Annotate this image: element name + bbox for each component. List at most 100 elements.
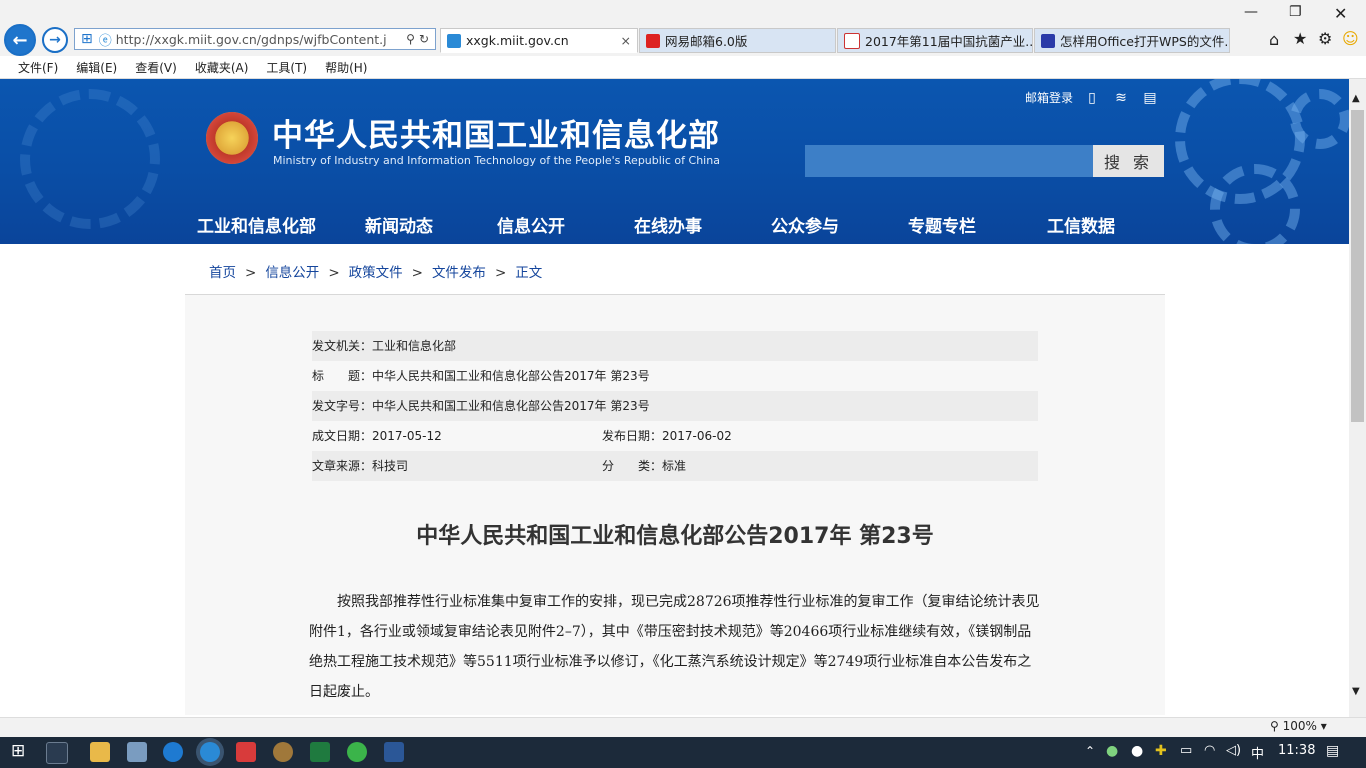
tab-antibacterial[interactable]: 2017年第11届中国抗菌产业... <box>837 28 1033 53</box>
word-icon[interactable] <box>384 742 404 762</box>
arrow-left-icon: ← <box>12 29 28 51</box>
tray-wifi-icon[interactable]: ◠ <box>1204 743 1215 758</box>
breadcrumb-current[interactable]: 正文 <box>515 265 542 281</box>
wechat-icon[interactable] <box>347 742 367 762</box>
tab-label: 2017年第11届中国抗菌产业... <box>865 34 1033 49</box>
mail-login-link[interactable]: 邮箱登录 <box>1025 89 1073 106</box>
nav-miit[interactable]: 工业和信息化部 <box>197 212 316 237</box>
scroll-up-icon[interactable]: ▲ <box>1352 93 1360 104</box>
meta-category: 分 类：标准 <box>602 459 687 473</box>
notepad-icon[interactable] <box>127 742 147 762</box>
smiley-feedback-icon[interactable]: ☺ <box>1342 29 1359 48</box>
windows-start-icon[interactable]: ⊞ <box>11 741 25 761</box>
taskbar-clock[interactable]: 11:38 <box>1278 743 1315 758</box>
meta-row-issuer: 发文机关：工业和信息化部 <box>312 331 1038 361</box>
tray-wechat-icon[interactable]: ● <box>1106 743 1118 759</box>
tab-xxgk[interactable]: xxgk.miit.gov.cn × <box>440 28 638 53</box>
zoom-icon: ⚲ <box>1270 719 1283 733</box>
document-paragraph: 按照我部推荐性行业标准集中复审工作的安排，现已完成28726项推荐性行业标准的复… <box>309 594 1040 700</box>
ie-taskbar-icon[interactable] <box>200 742 220 762</box>
menu-file[interactable]: 文件(F) <box>18 59 58 76</box>
search-icon[interactable]: ⚲ <box>406 32 415 46</box>
address-bar[interactable]: ⊞ ⓔ http://xxgk.miit.gov.cn/gdnps/wjfbCo… <box>74 28 436 50</box>
compat-view-icon[interactable]: ⊞ <box>81 31 93 47</box>
check-icon <box>844 32 860 49</box>
forward-button[interactable]: → <box>42 27 68 53</box>
menu-view[interactable]: 查看(V) <box>135 59 177 76</box>
breadcrumb-policy-docs[interactable]: 政策文件 <box>349 265 403 281</box>
ie-page-icon: ⓔ <box>98 33 112 49</box>
meta-issuer: 发文机关：工业和信息化部 <box>312 339 457 353</box>
breadcrumb-info-disclosure[interactable]: 信息公开 <box>265 265 319 281</box>
task-view-icon[interactable] <box>46 742 68 764</box>
refresh-icon[interactable]: ↻ <box>419 32 429 46</box>
tray-volume-icon[interactable]: ◁) <box>1226 743 1241 758</box>
tab-label: 怎样用Office打开WPS的文件... <box>1060 34 1230 49</box>
scrollbar-thumb[interactable] <box>1351 110 1364 422</box>
site-search-button[interactable]: 搜 索 <box>1093 145 1164 177</box>
address-text[interactable]: http://xxgk.miit.gov.cn/gdnps/wjfbConten… <box>116 32 402 47</box>
excel-icon[interactable] <box>310 742 330 762</box>
menu-favorites[interactable]: 收藏夹(A) <box>195 59 249 76</box>
minimize-icon[interactable]: — <box>1244 4 1258 20</box>
meta-docno: 发文字号：中华人民共和国工业和信息化部公告2017年 第23号 <box>312 399 650 413</box>
tab-netease-mail[interactable]: 网易邮箱6.0版 <box>639 28 836 53</box>
tab-label: 网易邮箱6.0版 <box>665 34 748 49</box>
meta-row-source: 文章来源：科技司 分 类：标准 <box>312 451 1038 481</box>
main-nav: 工业和信息化部 新闻动态 信息公开 在线办事 公众参与 专题专栏 工信数据 <box>197 212 1115 237</box>
netease-icon <box>646 33 660 48</box>
settings-gear-icon[interactable]: ⚙ <box>1318 29 1332 48</box>
breadcrumb-home[interactable]: 首页 <box>209 265 236 281</box>
ime-indicator[interactable]: 中 <box>1251 743 1264 762</box>
ie-tab-icon <box>447 33 461 48</box>
meta-row-dates: 成文日期：2017-05-12 发布日期：2017-06-02 <box>312 421 1038 451</box>
app-red-icon[interactable] <box>236 742 256 762</box>
menu-help[interactable]: 帮助(H) <box>325 59 367 76</box>
zoom-value: 100% <box>1282 719 1317 733</box>
tab-wps-office[interactable]: 怎样用Office打开WPS的文件... <box>1034 28 1230 53</box>
breadcrumb-doc-release[interactable]: 文件发布 <box>432 265 486 281</box>
menu-edit[interactable]: 编辑(E) <box>76 59 117 76</box>
favorites-star-icon[interactable]: ★ <box>1293 29 1307 48</box>
restore-icon[interactable]: ❐ <box>1289 4 1302 20</box>
gear-decoration-icon <box>1210 164 1300 244</box>
nav-data[interactable]: 工信数据 <box>1047 212 1115 237</box>
zoom-level[interactable]: ⚲ 100% ▾ <box>1270 719 1327 733</box>
meta-row-docno: 发文字号：中华人民共和国工业和信息化部公告2017年 第23号 <box>312 391 1038 421</box>
tray-chevron-up-icon[interactable]: ⌃ <box>1085 744 1095 758</box>
nav-news[interactable]: 新闻动态 <box>365 212 433 237</box>
arrow-right-icon: → <box>49 32 61 48</box>
close-window-icon[interactable]: ✕ <box>1334 4 1347 23</box>
nav-public-participation[interactable]: 公众参与 <box>771 212 839 237</box>
newspaper-icon[interactable]: ▤ <box>1142 90 1158 106</box>
close-tab-icon[interactable]: × <box>621 33 631 48</box>
breadcrumb: 首页 > 信息公开 > 政策文件 > 文件发布 > 正文 <box>209 265 543 281</box>
app-globe-icon[interactable] <box>273 742 293 762</box>
national-emblem-icon[interactable] <box>206 112 258 164</box>
scroll-down-icon[interactable]: ▼ <box>1352 686 1360 697</box>
tray-plus-icon[interactable]: ✚ <box>1155 743 1167 759</box>
menu-tools[interactable]: 工具(T) <box>266 59 307 76</box>
meta-title: 标 题：中华人民共和国工业和信息化部公告2017年 第23号 <box>312 369 650 383</box>
nav-online-services[interactable]: 在线办事 <box>634 212 702 237</box>
site-title[interactable]: 中华人民共和国工业和信息化部 <box>272 110 720 155</box>
back-button[interactable]: ← <box>4 24 36 56</box>
rss-icon[interactable]: ≋ <box>1113 90 1129 106</box>
mobile-icon[interactable]: ▯ <box>1084 90 1100 106</box>
site-search-input[interactable] <box>805 145 1093 177</box>
site-title-en: Ministry of Industry and Information Tec… <box>273 154 720 167</box>
tray-qq-icon[interactable]: ● <box>1131 743 1143 759</box>
home-icon[interactable]: ⌂ <box>1269 30 1279 49</box>
file-explorer-icon[interactable] <box>90 742 110 762</box>
network-decoration-icon <box>20 89 160 229</box>
meta-row-title: 标 题：中华人民共和国工业和信息化部公告2017年 第23号 <box>312 361 1038 391</box>
tab-label: xxgk.miit.gov.cn <box>466 33 569 48</box>
meta-published-date: 发布日期：2017-06-02 <box>602 429 732 443</box>
notification-icon[interactable]: ▤ <box>1326 743 1339 759</box>
tray-battery-icon[interactable]: ▭ <box>1180 743 1192 758</box>
nav-info-disclosure[interactable]: 信息公开 <box>497 212 565 237</box>
meta-source: 文章来源：科技司 <box>312 459 409 473</box>
edge-icon[interactable] <box>163 742 183 762</box>
menu-bar: 文件(F) 编辑(E) 查看(V) 收藏夹(A) 工具(T) 帮助(H) <box>0 56 1366 79</box>
nav-special-topics[interactable]: 专题专栏 <box>908 212 976 237</box>
